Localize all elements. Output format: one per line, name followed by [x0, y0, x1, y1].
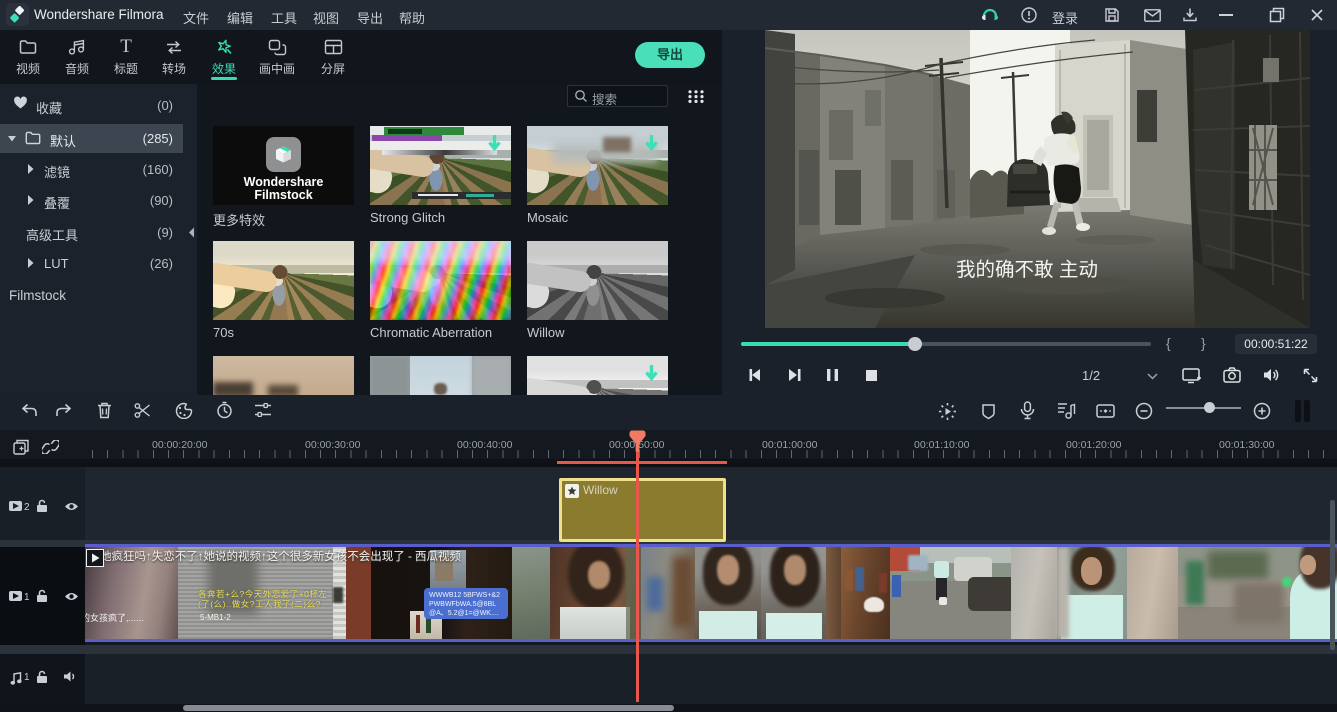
svg-text:我的确不敢 主动: 我的确不敢 主动 — [956, 259, 1098, 281]
